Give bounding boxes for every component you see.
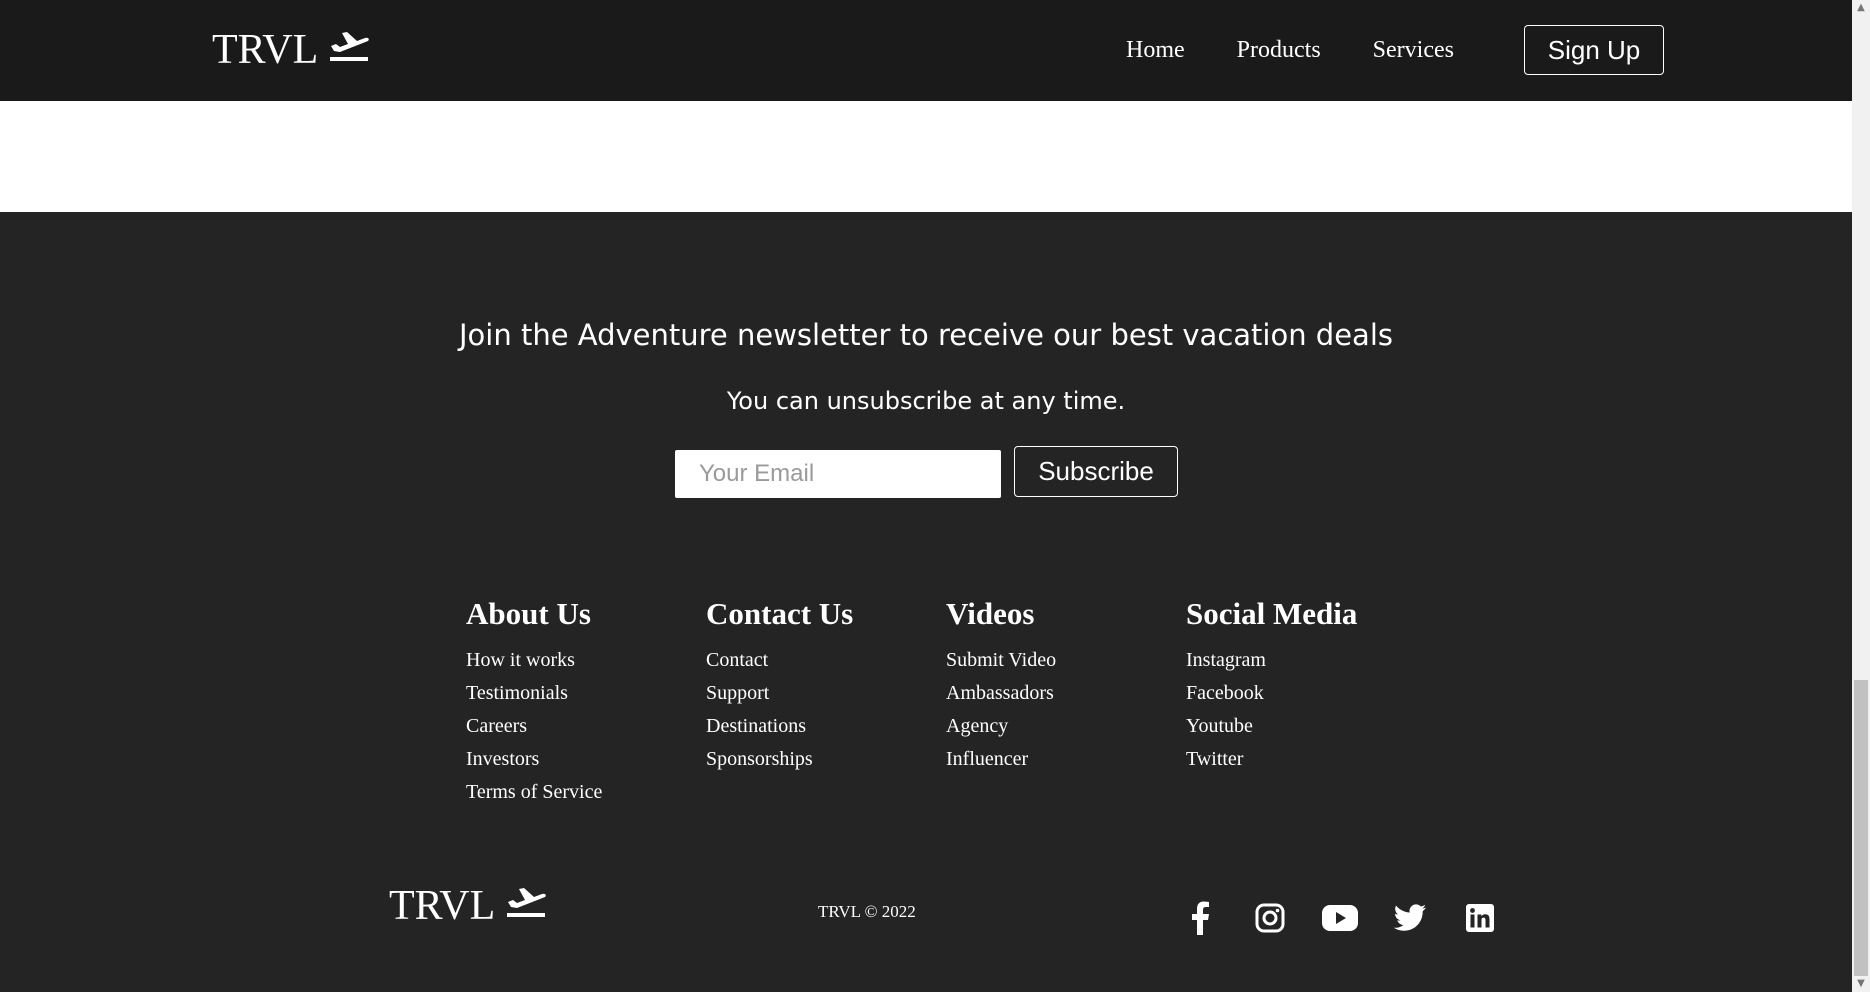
footer: Join the Adventure newsletter to receive… bbox=[0, 212, 1852, 992]
footer-column-contact: Contact Us Contact Support Destinations … bbox=[706, 595, 853, 776]
linkedin-icon[interactable] bbox=[1460, 898, 1500, 938]
footer-column-title: About Us bbox=[466, 596, 591, 631]
footer-link-youtube[interactable]: Youtube bbox=[1186, 710, 1357, 743]
scroll-down-icon[interactable]: ▼ bbox=[1852, 976, 1870, 992]
youtube-icon[interactable] bbox=[1320, 898, 1360, 938]
plane-icon bbox=[328, 26, 370, 74]
sign-up-button[interactable]: Sign Up bbox=[1524, 25, 1664, 75]
footer-link-terms[interactable]: Terms of Service bbox=[466, 776, 602, 809]
footer-link-instagram[interactable]: Instagram bbox=[1186, 644, 1357, 677]
footer-logo-text: TRVL bbox=[389, 883, 496, 929]
copyright-text: TRVL © 2022 bbox=[818, 902, 916, 921]
footer-column-title: Contact Us bbox=[706, 596, 854, 631]
footer-link-support[interactable]: Support bbox=[706, 677, 853, 710]
footer-link-how-it-works[interactable]: How it works bbox=[466, 644, 602, 677]
footer-link-submit-video[interactable]: Submit Video bbox=[946, 644, 1056, 677]
footer-logo[interactable]: TRVL bbox=[389, 882, 547, 930]
footer-link-careers[interactable]: Careers bbox=[466, 710, 602, 743]
footer-column-title: Videos bbox=[946, 596, 1035, 631]
footer-column-videos: Videos Submit Video Ambassadors Agency I… bbox=[946, 595, 1056, 776]
instagram-icon[interactable] bbox=[1250, 898, 1290, 938]
twitter-icon[interactable] bbox=[1390, 898, 1430, 938]
email-input[interactable] bbox=[675, 450, 1001, 498]
plane-icon bbox=[505, 882, 547, 930]
footer-link-investors[interactable]: Investors bbox=[466, 743, 602, 776]
nav-link-products[interactable]: Products bbox=[1237, 37, 1321, 64]
facebook-icon[interactable] bbox=[1180, 898, 1220, 938]
nav-link-services[interactable]: Services bbox=[1373, 37, 1454, 64]
footer-column-about: About Us How it works Testimonials Caree… bbox=[466, 595, 602, 809]
scrollbar-thumb[interactable] bbox=[1854, 680, 1868, 976]
footer-link-destinations[interactable]: Destinations bbox=[706, 710, 853, 743]
navbar: TRVL Home Products Services Sign Up bbox=[0, 0, 1852, 101]
footer-link-testimonials[interactable]: Testimonials bbox=[466, 677, 602, 710]
footer-link-contact[interactable]: Contact bbox=[706, 644, 853, 677]
footer-link-agency[interactable]: Agency bbox=[946, 710, 1056, 743]
footer-link-twitter[interactable]: Twitter bbox=[1186, 743, 1357, 776]
footer-link-influencer[interactable]: Influencer bbox=[946, 743, 1056, 776]
newsletter-subtext: You can unsubscribe at any time. bbox=[726, 387, 1126, 415]
footer-link-ambassadors[interactable]: Ambassadors bbox=[946, 677, 1056, 710]
subscribe-button[interactable]: Subscribe bbox=[1014, 446, 1178, 497]
footer-column-title: Social Media bbox=[1186, 596, 1358, 631]
footer-link-sponsorships[interactable]: Sponsorships bbox=[706, 743, 853, 776]
footer-column-social: Social Media Instagram Facebook Youtube … bbox=[1186, 595, 1357, 776]
social-icons bbox=[1180, 898, 1530, 938]
newsletter-heading: Join the Adventure newsletter to receive… bbox=[459, 318, 1393, 352]
scrollbar[interactable]: ▲ ▼ bbox=[1852, 0, 1870, 992]
footer-link-facebook[interactable]: Facebook bbox=[1186, 677, 1357, 710]
nav-link-home[interactable]: Home bbox=[1126, 37, 1185, 64]
nav-menu: Home Products Services bbox=[1100, 0, 1480, 101]
scroll-up-icon[interactable]: ▲ bbox=[1852, 0, 1870, 16]
nav-logo[interactable]: TRVL bbox=[212, 22, 370, 78]
nav-logo-text: TRVL bbox=[212, 27, 319, 73]
